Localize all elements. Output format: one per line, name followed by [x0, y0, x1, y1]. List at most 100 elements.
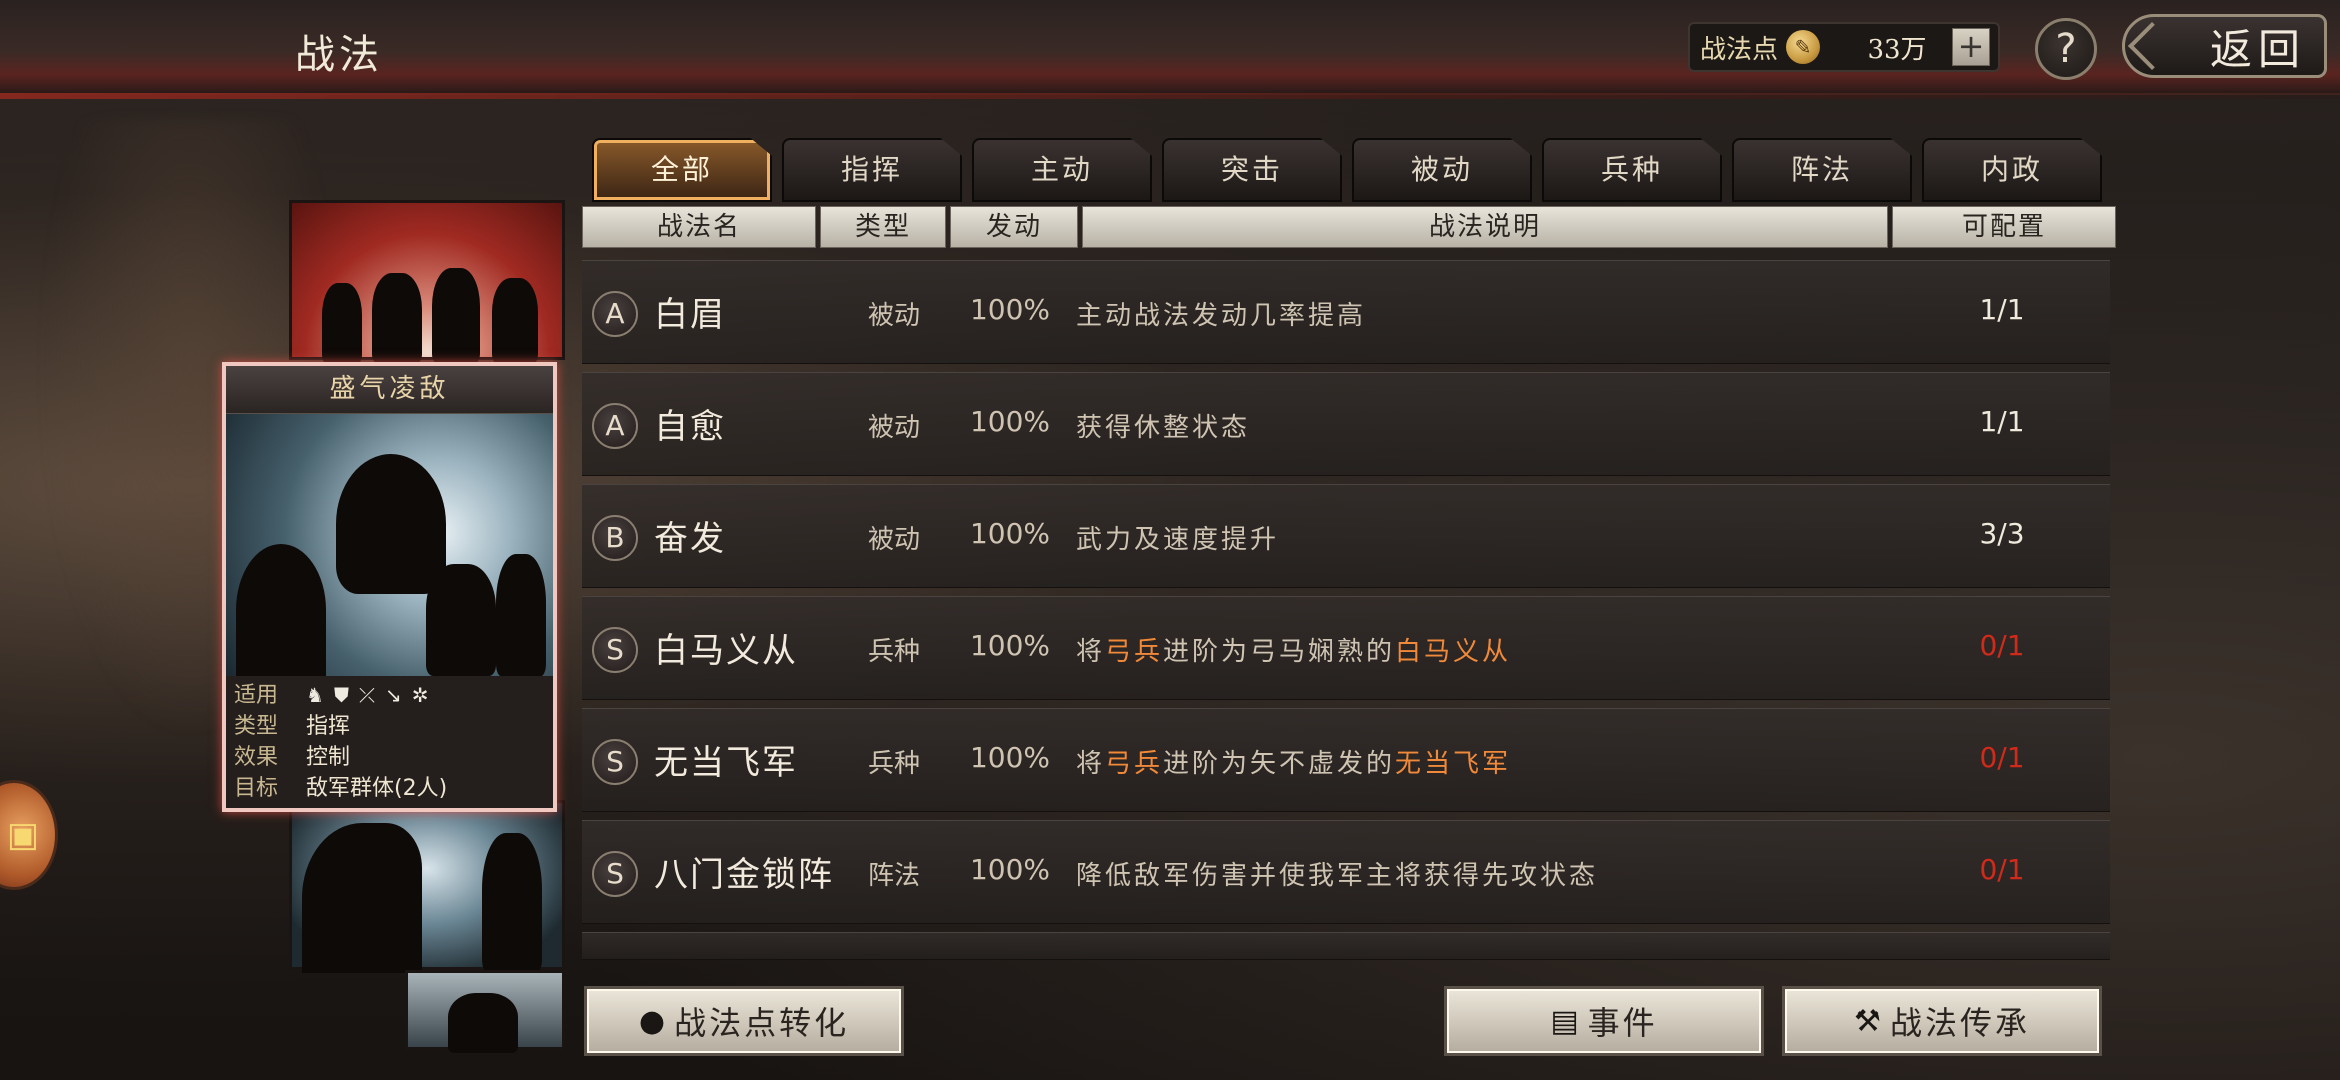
- apply-row: 适用 ♞ ⛊ ⤫ ↘ ✲: [234, 680, 545, 711]
- table-row[interactable]: S 八门金锁阵 阵法 100% 降低敌军伤害并使我军主将获得先攻状态 0/1: [582, 820, 2110, 924]
- description-text: 获得休整状态: [1076, 413, 1251, 443]
- target-value: 敌军群体(2人): [306, 776, 448, 801]
- description-text: 武力及速度提升: [1076, 525, 1280, 555]
- column-header-name[interactable]: 战法名: [582, 206, 816, 248]
- wheel-icon: ✲: [411, 683, 429, 707]
- tactic-type: 被动: [867, 525, 920, 555]
- help-button[interactable]: ?: [2035, 18, 2097, 80]
- tactic-type: 兵种: [867, 637, 920, 667]
- description-text: 主动战法发动几率提高: [1076, 301, 1367, 331]
- table-row[interactable]: A 白眉 被动 100% 主动战法发动几率提高 1/1: [582, 260, 2110, 364]
- tab-troop[interactable]: 兵种: [1542, 138, 1722, 202]
- add-points-button[interactable]: +: [1952, 28, 1990, 66]
- effect-value: 控制: [306, 745, 351, 770]
- description-text: 进阶为矢不虚发的: [1163, 749, 1396, 779]
- selected-tactic-title: 盛气凌敌: [226, 366, 553, 414]
- tactic-rate: 100%: [969, 629, 1051, 662]
- tab-assault[interactable]: 突击: [1162, 138, 1342, 202]
- column-header-slots[interactable]: 可配置: [1892, 206, 2116, 248]
- tactic-description: 将弓兵进阶为矢不虚发的无当飞军: [1076, 743, 1511, 780]
- selected-tactic-art: [226, 414, 553, 676]
- tab-internal[interactable]: 内政: [1922, 138, 2102, 202]
- hammer-icon: ⚒: [1854, 1003, 1884, 1039]
- selected-tactic-card[interactable]: 盛气凌敌 适用 ♞ ⛊ ⤫ ↘ ✲ 类型 指挥 效果 控制 目标 敌军群体(2人: [222, 362, 557, 812]
- scroll-icon: ▤: [1550, 1003, 1582, 1039]
- inherit-tactic-button[interactable]: ⚒ 战法传承: [1782, 986, 2102, 1056]
- type-row: 类型 指挥: [234, 711, 545, 742]
- tactic-type: 阵法: [867, 861, 920, 891]
- tab-all[interactable]: 全部: [592, 138, 772, 202]
- tactic-category-tabs: 全部 指挥 主动 突击 被动 兵种 阵法 内政: [592, 138, 2102, 202]
- tab-formation[interactable]: 阵法: [1732, 138, 1912, 202]
- tactic-type: 兵种: [867, 749, 920, 779]
- table-row[interactable]: A 自愈 被动 100% 获得休整状态 1/1: [582, 372, 2110, 476]
- events-label: 事件: [1587, 1004, 1658, 1042]
- tactic-slots: 1/1: [1979, 405, 2025, 438]
- tactic-rate: 100%: [969, 741, 1051, 774]
- description-text: 将: [1076, 749, 1106, 779]
- tab-command[interactable]: 指挥: [782, 138, 962, 202]
- column-header-rate[interactable]: 发动: [950, 206, 1078, 248]
- tab-active[interactable]: 主动: [972, 138, 1152, 202]
- description-text: 进阶为弓马娴熟的: [1163, 637, 1396, 667]
- tactic-name: 自愈: [654, 407, 726, 447]
- spear-icon: ↘: [384, 683, 402, 707]
- tactic-card-top[interactable]: [289, 200, 565, 363]
- column-header-description: 战法说明: [1082, 206, 1888, 248]
- tactic-description: 降低敌军伤害并使我军主将获得先攻状态: [1076, 855, 1598, 892]
- grade-badge: S: [592, 627, 638, 673]
- inherit-tactic-label: 战法传承: [1889, 1004, 2030, 1042]
- column-header-type[interactable]: 类型: [820, 206, 946, 248]
- apply-label: 适用: [234, 683, 279, 708]
- back-button[interactable]: 返回: [2122, 14, 2327, 78]
- back-arrow-icon: [2127, 21, 2177, 71]
- table-row[interactable]: S 无当飞军 兵种 100% 将弓兵进阶为矢不虚发的无当飞军 0/1: [582, 708, 2110, 812]
- tactic-description: 武力及速度提升: [1076, 519, 1279, 556]
- tactic-name: 白马义从: [654, 631, 798, 671]
- grade-badge: A: [592, 403, 638, 449]
- tactic-points-box: 战法点 ✎ 33万 +: [1688, 22, 2000, 72]
- events-button[interactable]: ▤ 事件: [1444, 986, 1764, 1056]
- tactic-list: A 白眉 被动 100% 主动战法发动几率提高 1/1 A 自愈 被动 100%…: [582, 260, 2110, 960]
- tactic-slots: 0/1: [1979, 629, 2025, 662]
- tactic-rate: 100%: [969, 293, 1051, 326]
- table-row[interactable]: S 白马义从 兵种 100% 将弓兵进阶为弓马娴熟的白马义从 0/1: [582, 596, 2110, 700]
- tactic-slots: 0/1: [1979, 741, 2025, 774]
- tactic-points-label: 战法点: [1700, 34, 1779, 65]
- type-value: 指挥: [306, 714, 351, 739]
- tactic-name: 八门金锁阵: [654, 855, 834, 895]
- convert-points-button[interactable]: ● 战法点转化: [584, 986, 904, 1056]
- grade-badge: S: [592, 851, 638, 897]
- description-highlight: 无当飞军: [1395, 749, 1512, 779]
- tactic-card-partial[interactable]: [405, 970, 565, 1053]
- target-row: 目标 敌军群体(2人): [234, 773, 545, 804]
- tactic-description: 主动战法发动几率提高: [1076, 295, 1366, 332]
- tactic-slots: 1/1: [1979, 293, 2025, 326]
- table-row-partial: [582, 932, 2110, 960]
- effect-row: 效果 控制: [234, 742, 545, 773]
- tactic-description: 将弓兵进阶为弓马娴熟的白马义从: [1076, 631, 1511, 668]
- tactic-card-bottom[interactable]: [289, 800, 565, 973]
- tactic-points-icon: ✎: [1786, 30, 1821, 64]
- tactic-rate: 100%: [969, 405, 1051, 438]
- tab-passive[interactable]: 被动: [1352, 138, 1532, 202]
- type-label: 类型: [234, 714, 279, 739]
- tactic-type: 被动: [867, 413, 920, 443]
- table-row[interactable]: B 奋发 被动 100% 武力及速度提升 3/3: [582, 484, 2110, 588]
- tactic-rate: 100%: [969, 517, 1051, 550]
- grade-badge: A: [592, 291, 638, 337]
- bow-icon: ⤫: [358, 683, 375, 707]
- tactic-type: 被动: [867, 301, 920, 331]
- description-highlight: 白马义从: [1395, 637, 1512, 667]
- selected-tactic-info: 适用 ♞ ⛊ ⤫ ↘ ✲ 类型 指挥 效果 控制 目标 敌军群体(2人): [226, 676, 553, 808]
- description-text: 将: [1076, 637, 1106, 667]
- description-highlight: 弓兵: [1105, 749, 1164, 779]
- page-title: 战法: [295, 32, 383, 78]
- description-highlight: 弓兵: [1105, 637, 1164, 667]
- tactic-name: 奋发: [654, 519, 726, 559]
- tactic-name: 无当飞军: [654, 743, 798, 783]
- description-text: 降低敌军伤害并使我军主将获得先攻状态: [1076, 861, 1599, 891]
- shield-icon: ⛊: [333, 683, 349, 707]
- convert-points-label: 战法点转化: [674, 1004, 850, 1042]
- tactic-name: 白眉: [654, 295, 726, 335]
